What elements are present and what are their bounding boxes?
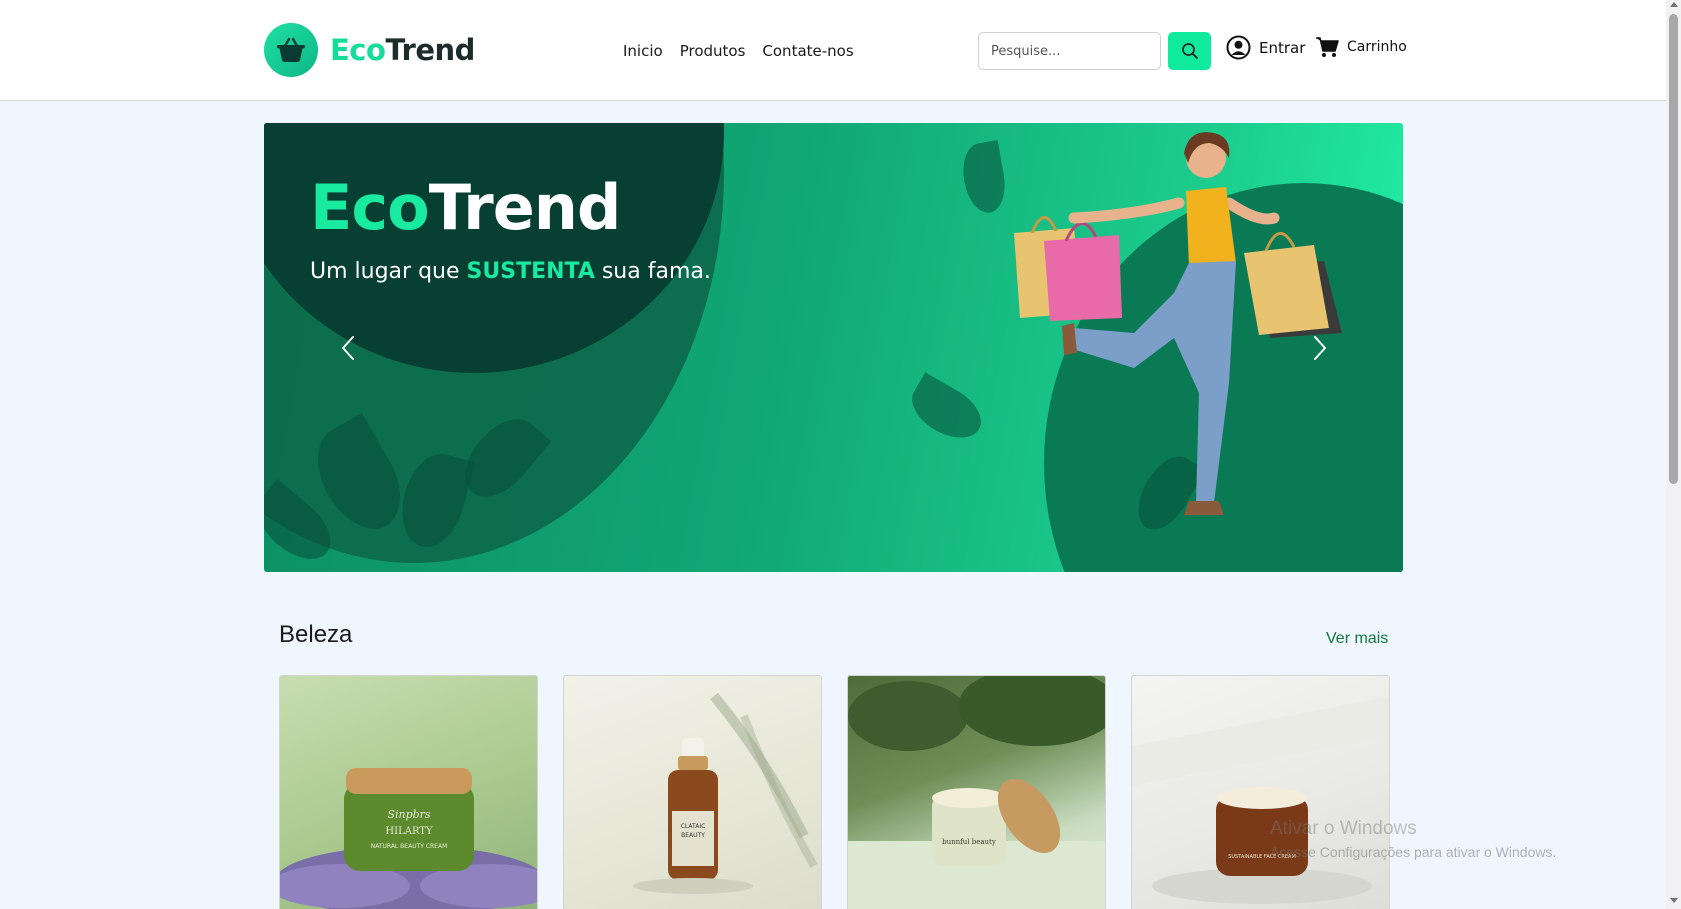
logo[interactable]: EcoTrend [264, 23, 475, 77]
product-label-name: HILARTY [385, 826, 433, 837]
shopping-cart-icon [1316, 37, 1339, 57]
carousel-prev-button[interactable] [334, 333, 364, 363]
nav-item-contate-nos[interactable]: Contate-nos [762, 42, 853, 60]
carousel-next-button[interactable] [1304, 333, 1334, 363]
see-more-link[interactable]: Ver mais [1326, 630, 1388, 648]
hero-subtitle-before: Um lugar que [310, 259, 467, 284]
search-button[interactable] [1168, 32, 1211, 70]
brand-trend: Trend [385, 33, 475, 67]
product-label-name: BEAUTY [681, 832, 705, 839]
login-label: Entrar [1259, 38, 1306, 57]
hero-subtitle-highlight: SUSTENTA [466, 259, 595, 284]
product-image: Sinpbrs HILARTY NATURAL BEAUTY CREAM [280, 768, 537, 909]
product-label-sub: NATURAL BEAUTY CREAM [371, 843, 448, 850]
hero-subtitle-after: sua fama. [594, 259, 711, 284]
product-list: Sinpbrs HILARTY NATURAL BEAUTY CREAM CLA… [279, 675, 1390, 909]
chevron-left-icon [342, 336, 354, 360]
product-image: SUSTAINABLE FACE CREAM [1132, 696, 1389, 904]
hero-title-trend: Trend [428, 171, 622, 244]
nav-item-produtos[interactable]: Produtos [680, 42, 746, 60]
chevron-right-icon [1314, 336, 1326, 360]
search-icon [1181, 43, 1198, 59]
site-header: EcoTrend Inicio Produtos Contate-nos Ent… [0, 0, 1666, 101]
scroll-down-icon[interactable] [1670, 898, 1678, 903]
product-label-brand: CLATAIC [681, 823, 706, 830]
section-title: Beleza [279, 621, 353, 648]
login-link[interactable]: Entrar [1226, 35, 1305, 60]
scroll-up-icon[interactable] [1670, 2, 1678, 7]
product-card[interactable]: Sinpbrs HILARTY NATURAL BEAUTY CREAM [279, 675, 538, 909]
product-image: bunnful beauty [848, 676, 1105, 909]
basket-icon [264, 23, 318, 77]
hero-title-eco: Eco [310, 171, 430, 244]
search-input[interactable] [978, 32, 1161, 70]
product-card[interactable]: bunnful beauty [847, 675, 1106, 909]
user-circle-icon [1226, 35, 1251, 60]
main-nav: Inicio Produtos Contate-nos [623, 42, 854, 60]
brand-name: EcoTrend [330, 33, 475, 67]
brand-eco: Eco [330, 33, 386, 67]
page-scrollbar[interactable] [1666, 0, 1681, 909]
product-image: CLATAIC BEAUTY [633, 692, 818, 894]
hero-title: EcoTrend [310, 171, 622, 244]
cart-label: Carrinho [1347, 39, 1407, 55]
cart-link[interactable]: Carrinho [1315, 36, 1407, 58]
nav-item-inicio[interactable]: Inicio [623, 42, 663, 60]
windows-watermark-title: Ativar o Windows [1270, 818, 1417, 839]
hero-banner: EcoTrend Um lugar que SUSTENTA sua fama. [264, 123, 1403, 572]
windows-watermark-text: Acesse Configurações para ativar o Windo… [1270, 844, 1557, 860]
product-label-brand: Sinpbrs [387, 808, 430, 821]
hero-subtitle: Um lugar que SUSTENTA sua fama. [310, 259, 711, 284]
product-card[interactable]: SUSTAINABLE FACE CREAM [1131, 675, 1390, 909]
product-label-brand: bunnful beauty [942, 838, 996, 846]
scroll-thumb[interactable] [1669, 14, 1678, 484]
product-card[interactable]: CLATAIC BEAUTY [563, 675, 822, 909]
